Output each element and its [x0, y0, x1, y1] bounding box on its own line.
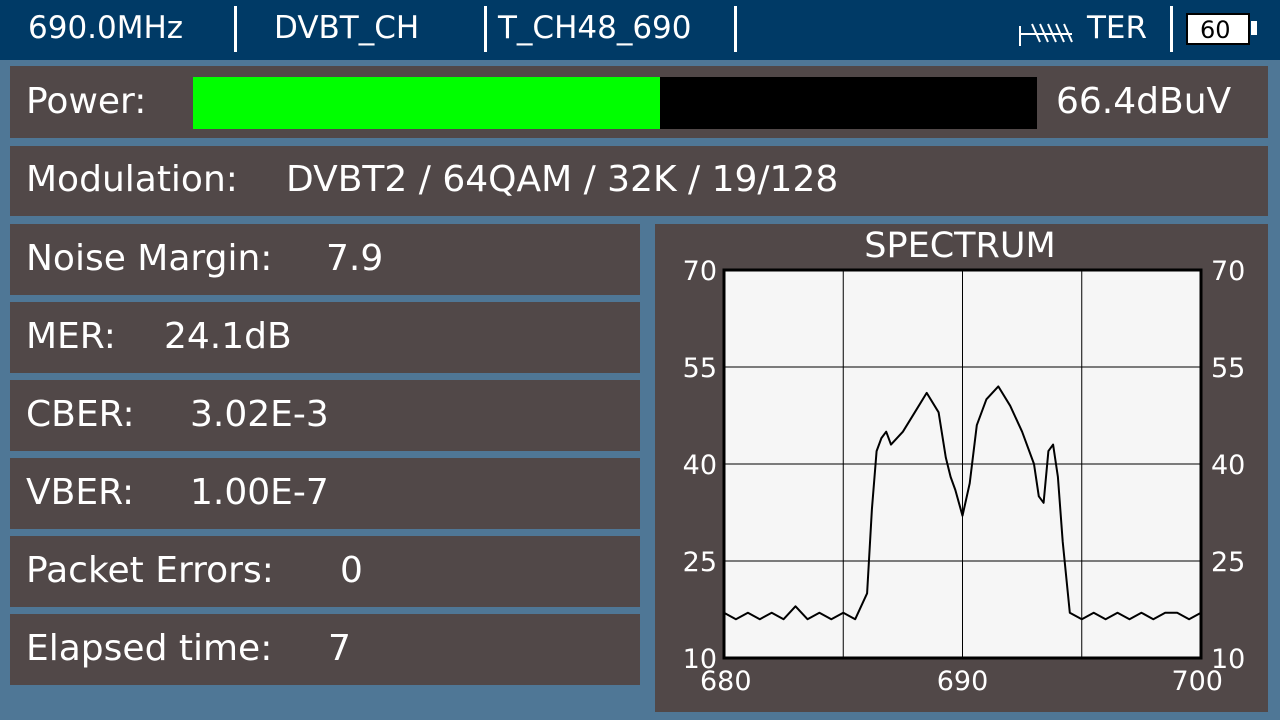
y-tick-label-left: 40 [683, 450, 717, 481]
y-tick-label-right: 25 [1211, 547, 1245, 578]
y-tick-label-left: 70 [683, 256, 717, 287]
y-tick-label-left: 55 [683, 353, 717, 384]
y-tick-label-right: 40 [1211, 450, 1245, 481]
y-tick-label-left: 25 [683, 547, 717, 578]
y-tick-label-right: 70 [1211, 256, 1245, 287]
spectrum-chart: 70 7055 5540 4025 2510 10680 690 700 [683, 256, 1246, 697]
x-tick-label: 680 [700, 666, 752, 697]
x-tick-label: 690 [937, 666, 989, 697]
x-tick-label: 700 [1171, 666, 1223, 697]
y-tick-label-right: 55 [1211, 353, 1245, 384]
